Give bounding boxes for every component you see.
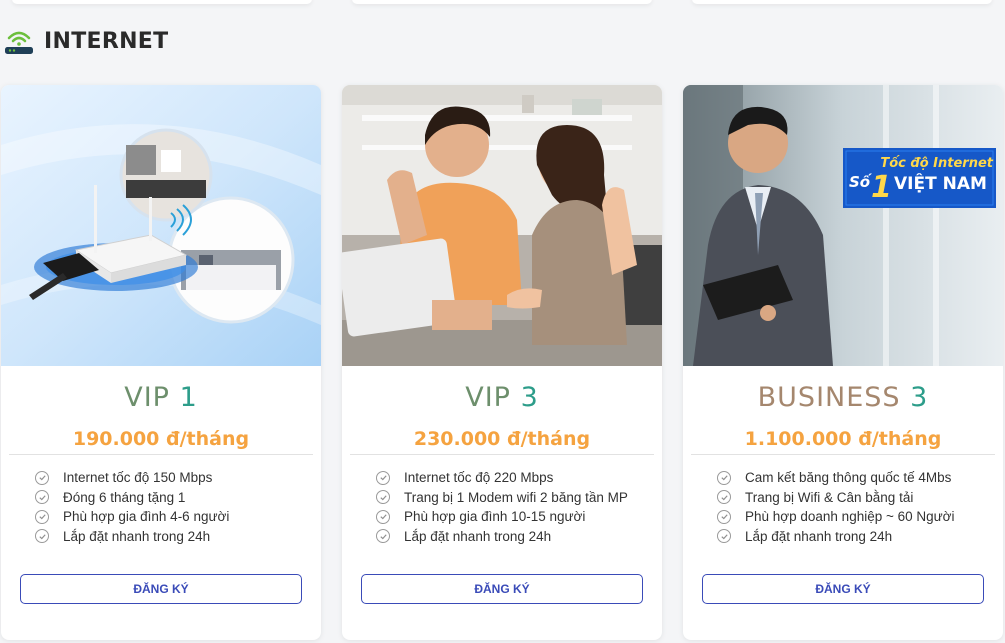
check-icon: [35, 490, 49, 505]
plan-name-number: 3: [520, 382, 539, 413]
check-icon: [376, 529, 390, 544]
list-item: Lắp đặt nhanh trong 24h: [376, 527, 658, 547]
check-icon: [35, 509, 49, 524]
list-item: Phù hợp gia đình 4-6 người: [35, 507, 317, 527]
badge-text-prefix: Số: [849, 172, 873, 191]
plan-card-vip3: VIP 3 230.000 đ/tháng Internet tốc độ 22…: [342, 85, 662, 640]
feature-list: Internet tốc độ 150 Mbps Đóng 6 tháng tặ…: [35, 468, 317, 546]
check-icon: [717, 509, 731, 524]
plan-name-main: VIP: [124, 382, 170, 413]
check-icon: [717, 529, 731, 544]
list-item: Internet tốc độ 150 Mbps: [35, 468, 317, 488]
plan-price: 1.100.000 đ/tháng: [744, 428, 942, 450]
plan-card-business3: Tốc độ Internet Số 1 VIỆT NAM BUSINESS 3…: [683, 85, 1003, 640]
list-item: Trang bị 1 Modem wifi 2 băng tần MP: [376, 488, 658, 508]
feature-text: Phù hợp gia đình 10-15 người: [404, 509, 586, 525]
list-item: Internet tốc độ 220 Mbps: [376, 468, 658, 488]
plan-name-number: 1: [179, 382, 198, 413]
section-header: INTERNET: [4, 24, 168, 58]
plan-name-number: 3: [910, 382, 929, 413]
check-icon: [376, 470, 390, 485]
register-button[interactable]: ĐĂNG KÝ: [702, 574, 984, 604]
previous-section-card-edge: [12, 0, 312, 4]
plan-name: VIP 3: [342, 382, 662, 413]
feature-text: Cam kết băng thông quốc tế 4Mbs: [745, 470, 952, 486]
badge-text-line2: VIỆT NAM: [894, 172, 987, 194]
plan-image-couple: [342, 85, 662, 366]
plan-price: 190.000 đ/tháng: [72, 428, 250, 450]
list-item: Lắp đặt nhanh trong 24h: [35, 527, 317, 547]
list-item: Cam kết băng thông quốc tế 4Mbs: [717, 468, 999, 488]
plan-image-businessman: Tốc độ Internet Số 1 VIỆT NAM: [683, 85, 1003, 366]
list-item: Phù hợp gia đình 10-15 người: [376, 507, 658, 527]
check-icon: [717, 490, 731, 505]
feature-text: Trang bị 1 Modem wifi 2 băng tần MP: [404, 489, 628, 505]
feature-text: Đóng 6 tháng tặng 1: [63, 489, 186, 505]
feature-text: Phù hợp doanh nghiệp ~ 60 Người: [745, 509, 955, 525]
list-item: Phù hợp doanh nghiệp ~ 60 Người: [717, 507, 999, 527]
list-item: Đóng 6 tháng tặng 1: [35, 488, 317, 508]
plan-name: VIP 1: [1, 382, 321, 413]
plan-card-vip1: VIP 1 190.000 đ/tháng Internet tốc độ 15…: [1, 85, 321, 640]
plan-price: 230.000 đ/tháng: [413, 428, 591, 450]
plan-name-main: VIP: [465, 382, 511, 413]
wifi-router-icon: [4, 24, 34, 58]
register-button[interactable]: ĐĂNG KÝ: [361, 574, 643, 604]
feature-list: Cam kết băng thông quốc tế 4Mbs Trang bị…: [717, 468, 999, 546]
check-icon: [376, 490, 390, 505]
plan-name-main: BUSINESS: [757, 382, 901, 413]
feature-text: Lắp đặt nhanh trong 24h: [63, 528, 211, 544]
feature-text: Phù hợp gia đình 4-6 người: [63, 509, 230, 525]
feature-text: Internet tốc độ 220 Mbps: [404, 470, 554, 486]
previous-section-card-edge: [692, 0, 992, 4]
list-item: Trang bị Wifi & Cân bằng tải: [717, 488, 999, 508]
divider: [9, 454, 313, 455]
previous-section-card-edge: [352, 0, 652, 4]
register-button[interactable]: ĐĂNG KÝ: [20, 574, 302, 604]
badge-text-line1: Tốc độ Internet: [880, 156, 993, 171]
plan-name: BUSINESS 3: [683, 382, 1003, 413]
list-item: Lắp đặt nhanh trong 24h: [717, 527, 999, 547]
badge-text-number: 1: [871, 170, 892, 205]
feature-text: Lắp đặt nhanh trong 24h: [745, 528, 893, 544]
divider: [350, 454, 654, 455]
feature-text: Trang bị Wifi & Cân bằng tải: [745, 489, 914, 505]
check-icon: [717, 470, 731, 485]
feature-text: Lắp đặt nhanh trong 24h: [404, 528, 552, 544]
feature-text: Internet tốc độ 150 Mbps: [63, 470, 213, 486]
check-icon: [35, 470, 49, 485]
check-icon: [35, 529, 49, 544]
feature-list: Internet tốc độ 220 Mbps Trang bị 1 Mode…: [376, 468, 658, 546]
section-title: INTERNET: [44, 28, 169, 54]
plan-image-router: [1, 85, 321, 366]
divider: [691, 454, 995, 455]
check-icon: [376, 509, 390, 524]
